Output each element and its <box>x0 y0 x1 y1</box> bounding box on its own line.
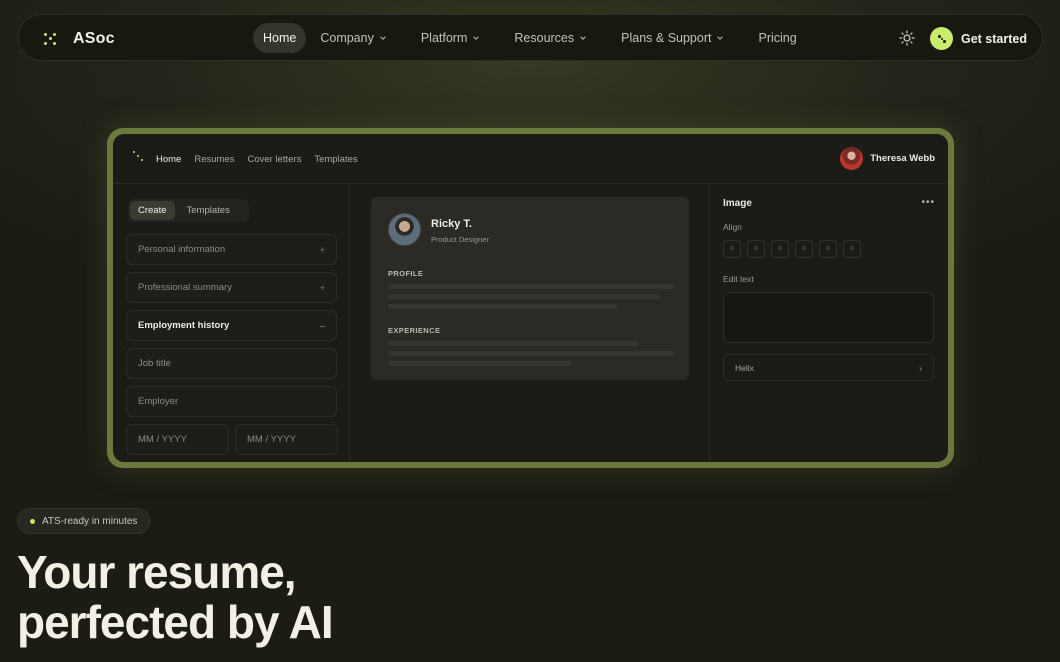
main-nav: Home Company Platform Resources Plans & … <box>253 23 821 53</box>
hero-heading: Your resume, perfected by AI <box>17 547 617 647</box>
get-started-label: Get started <box>961 31 1027 46</box>
app-nav: Home Resumes Cover letters Templates <box>156 134 358 184</box>
edit-text-label: Edit text <box>723 274 754 284</box>
employer-placeholder: Employer <box>138 396 179 407</box>
app-window: Home Resumes Cover letters Templates The… <box>113 134 948 462</box>
nav-item-pricing[interactable]: Pricing <box>748 23 806 53</box>
resume-name: Ricky T. <box>431 218 472 230</box>
job-title-input[interactable]: Job title <box>126 348 337 379</box>
start-date-input[interactable]: MM / YYYY <box>126 424 229 455</box>
nav-item-label: Resources <box>514 31 575 45</box>
app-preview-frame: Home Resumes Cover letters Templates The… <box>107 128 954 468</box>
chevron-down-icon <box>717 36 724 40</box>
align-top-button[interactable]: ≡ <box>795 240 813 258</box>
section-label: Professional summary <box>138 282 232 293</box>
section-professional-summary[interactable]: Professional summary + <box>126 272 337 303</box>
get-started-button[interactable]: Get started <box>930 26 1027 51</box>
badge-text: ATS-ready in minutes <box>42 515 138 527</box>
sun-icon[interactable] <box>899 30 915 46</box>
chevron-down-icon <box>380 36 386 40</box>
resume-card[interactable]: Ricky T. Product Designer PROFILE EXPERI… <box>371 197 689 380</box>
hero-line-1: Your resume, <box>17 546 297 598</box>
status-dot-icon <box>30 518 35 524</box>
resume-role: Product Designer <box>431 235 489 244</box>
dots-logo-icon <box>930 27 953 50</box>
nav-item-home[interactable]: Home <box>253 23 307 53</box>
text-placeholder-line <box>388 351 674 356</box>
user-menu[interactable]: Theresa Webb <box>840 147 935 170</box>
text-placeholder-line <box>388 304 618 309</box>
tab-templates[interactable]: Templates <box>179 201 238 220</box>
user-name: Theresa Webb <box>870 153 935 164</box>
nav-item-company[interactable]: Company <box>310 23 397 53</box>
nav-item-label: Home <box>263 31 297 45</box>
nav-item-plans-support[interactable]: Plans & Support <box>611 23 734 53</box>
app-nav-templates[interactable]: Templates <box>314 154 357 165</box>
app-nav-resumes[interactable]: Resumes <box>194 154 234 165</box>
mode-switch: Create Templates <box>128 199 249 222</box>
status-badge: ATS-ready in minutes <box>17 508 151 534</box>
profile-photo[interactable] <box>388 213 421 246</box>
brand-name: ASoc <box>73 29 115 47</box>
chevron-right-icon: › <box>919 362 922 373</box>
text-placeholder-line <box>388 341 638 346</box>
section-employment-history[interactable]: Employment history – <box>126 310 337 341</box>
top-nav: ASoc Home Company Platform Resources Pla… <box>18 14 1043 61</box>
app-header: Home Resumes Cover letters Templates The… <box>113 134 948 184</box>
nav-item-label: Plans & Support <box>621 31 712 45</box>
nav-item-label: Company <box>320 31 374 45</box>
section-label: Employment history <box>138 320 230 331</box>
dots-logo-icon <box>43 32 57 46</box>
edit-text-area[interactable] <box>723 292 934 343</box>
align-bottom-button[interactable]: ≡ <box>843 240 861 258</box>
text-placeholder-line <box>388 361 572 366</box>
editor-panel: Create Templates Personal information + … <box>113 184 350 462</box>
hero-line-2: perfected by AI <box>17 596 334 648</box>
nav-item-platform[interactable]: Platform <box>411 23 491 53</box>
chevron-down-icon <box>580 36 586 40</box>
brand[interactable]: ASoc <box>43 15 115 62</box>
align-left-button[interactable]: ≡ <box>723 240 741 258</box>
job-title-placeholder: Job title <box>138 358 171 369</box>
end-date-placeholder: MM / YYYY <box>247 434 296 445</box>
section-label: Personal information <box>138 244 226 255</box>
font-select[interactable]: Helix › <box>723 354 934 381</box>
nav-item-label: Pricing <box>758 31 797 45</box>
collapse-icon: – <box>319 320 325 331</box>
app-nav-home[interactable]: Home <box>156 154 181 165</box>
end-date-input[interactable]: MM / YYYY <box>235 424 338 455</box>
text-placeholder-line <box>388 284 674 289</box>
tab-create[interactable]: Create <box>130 201 175 220</box>
align-center-button[interactable]: ≡ <box>747 240 765 258</box>
nav-item-resources[interactable]: Resources <box>504 23 597 53</box>
expand-icon: + <box>319 244 325 255</box>
expand-icon: + <box>319 282 325 293</box>
app-nav-cover-letters[interactable]: Cover letters <box>247 154 301 165</box>
chevron-down-icon <box>473 36 480 40</box>
experience-heading: EXPERIENCE <box>388 326 441 335</box>
align-label: Align <box>723 222 742 232</box>
align-buttons: ≡ ≡ ≡ ≡ ≡ ≡ <box>723 240 861 258</box>
resume-preview: Ricky T. Product Designer PROFILE EXPERI… <box>350 184 709 462</box>
nav-item-label: Platform <box>420 31 468 45</box>
section-personal-information[interactable]: Personal information + <box>126 234 337 265</box>
profile-heading: PROFILE <box>388 269 424 278</box>
align-right-button[interactable]: ≡ <box>771 240 789 258</box>
employer-input[interactable]: Employer <box>126 386 337 417</box>
dots-logo-icon <box>133 151 143 161</box>
align-middle-button[interactable]: ≡ <box>819 240 837 258</box>
inspector-title: Image <box>723 198 752 209</box>
start-date-placeholder: MM / YYYY <box>138 434 187 445</box>
inspector-panel: Image ••• Align ≡ ≡ ≡ ≡ ≡ ≡ Edit text He… <box>709 184 948 462</box>
text-placeholder-line <box>388 294 660 299</box>
more-options-icon[interactable]: ••• <box>921 197 935 208</box>
font-select-value: Helix <box>735 362 754 373</box>
avatar <box>840 147 864 170</box>
